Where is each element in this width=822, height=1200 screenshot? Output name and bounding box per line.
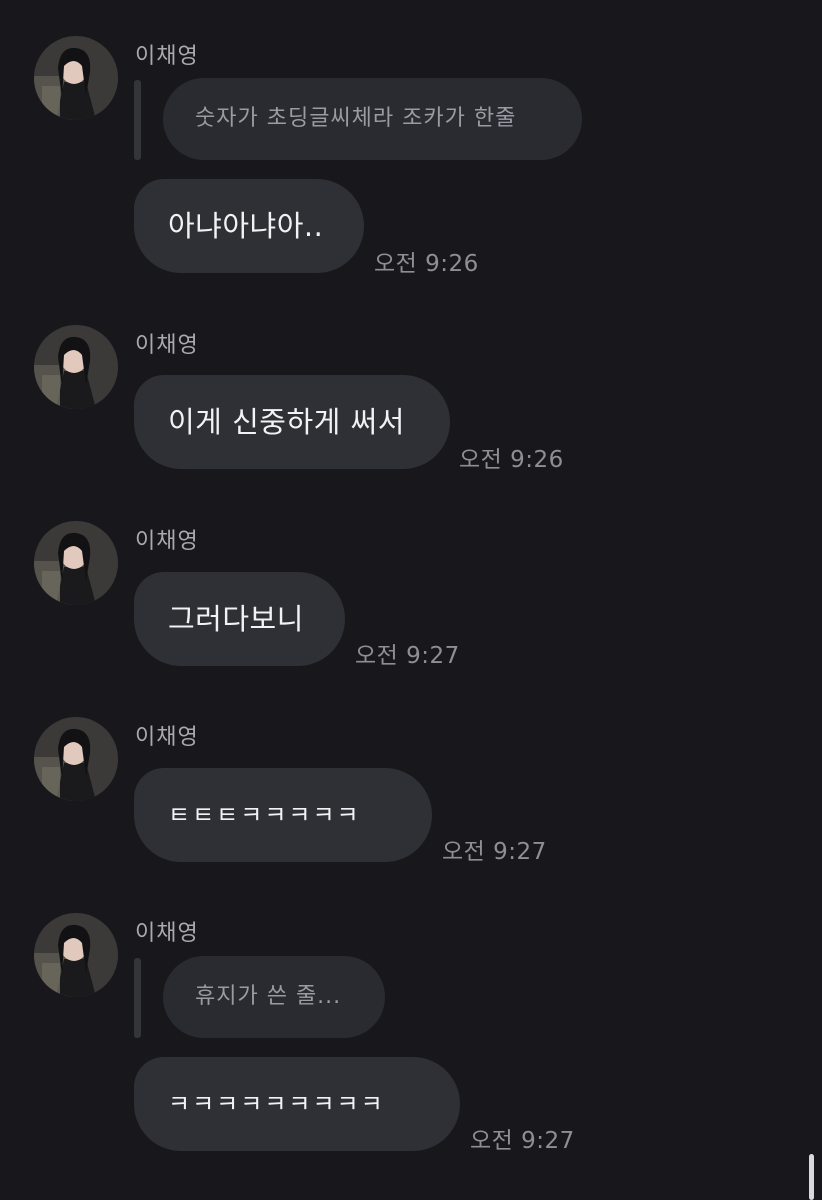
avatar[interactable] [34,36,118,120]
avatar[interactable] [34,521,118,605]
avatar[interactable] [34,913,118,997]
message-time: 오전 9:26 [374,251,479,277]
message-bubble[interactable]: ㅋㅋㅋㅋㅋㅋㅋㅋㅋ [134,1057,460,1151]
message-time: 오전 9:27 [355,643,460,669]
avatar[interactable] [34,325,118,409]
reply-indicator [134,80,141,160]
message-time: 오전 9:27 [442,839,547,865]
message-bubble[interactable]: ㅌㅌㅌㅋㅋㅋㅋㅋ [134,768,432,862]
message-bubble[interactable]: 아냐아냐아.. [134,179,364,273]
scrollbar-thumb[interactable] [809,1154,814,1200]
reply-quote[interactable]: 휴지가 쓴 줄... [163,956,385,1038]
sender-name: 이채영 [135,529,199,554]
message-time: 오전 9:26 [459,447,564,473]
reply-quote[interactable]: 숫자가 초딩글씨체라 조카가 한줄 [163,78,582,160]
message-bubble[interactable]: 그러다보니 [134,572,345,666]
reply-indicator [134,958,141,1038]
sender-name: 이채영 [135,725,199,750]
sender-name: 이채영 [135,333,199,358]
avatar[interactable] [34,717,118,801]
sender-name: 이채영 [135,921,199,946]
message-time: 오전 9:27 [470,1128,575,1154]
message-bubble[interactable]: 이게 신중하게 써서 [134,375,450,469]
sender-name: 이채영 [135,44,199,69]
